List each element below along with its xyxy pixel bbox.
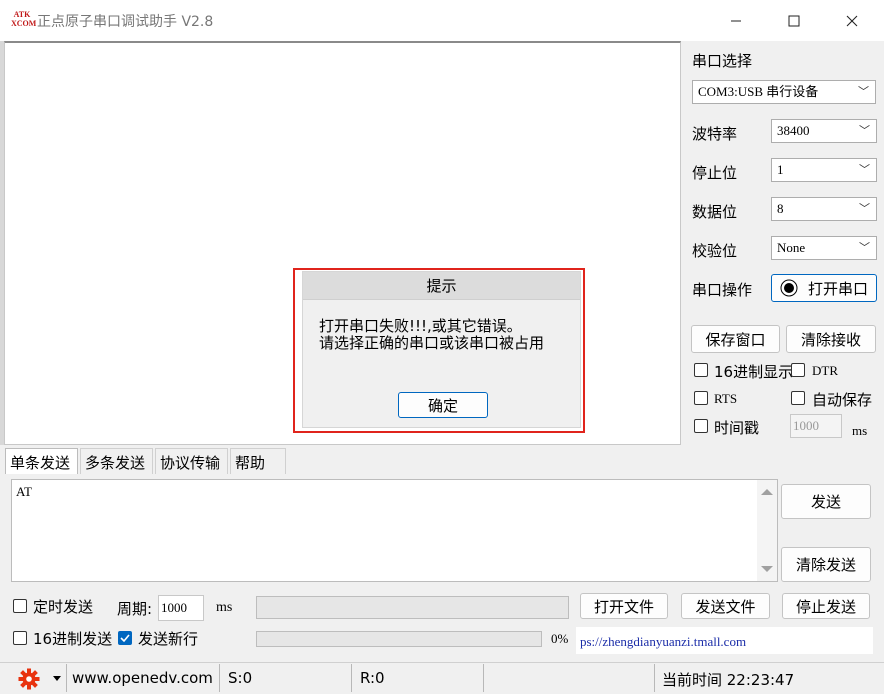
close-icon	[846, 15, 858, 26]
tab-protocol[interactable]: 协议传输	[155, 448, 228, 474]
scroll-down-icon	[761, 566, 773, 572]
close-button[interactable]	[823, 0, 881, 41]
timestamp-label: 时间戳	[714, 419, 760, 437]
open-port-button[interactable]: 打开串口	[771, 274, 877, 302]
send-progress-bar	[256, 631, 542, 647]
data-bits-value: 8	[777, 201, 784, 216]
maximize-button[interactable]	[765, 0, 823, 41]
dtr-label: DTR	[812, 363, 838, 378]
website-link[interactable]: www.openedv.com	[72, 669, 213, 687]
checkmark-icon	[120, 634, 130, 643]
stop-send-button[interactable]: 停止发送	[782, 593, 870, 619]
hex-display-checkbox[interactable]	[694, 363, 708, 377]
send-label: 发送	[810, 493, 841, 511]
send-progress-text: 0%	[551, 631, 569, 646]
stop-send-label: 停止发送	[795, 597, 856, 616]
data-bits-label: 数据位	[692, 203, 738, 221]
dialog-message-line2: 请选择正确的串口或该串口被占用	[319, 334, 545, 352]
tab-multi-send[interactable]: 多条发送	[80, 448, 153, 474]
dialog-ok-button[interactable]: 确定	[398, 392, 488, 418]
open-port-label: 打开串口	[807, 279, 868, 298]
dialog-title: 提示	[303, 272, 580, 300]
current-time: 当前时间 22:23:47	[662, 671, 795, 689]
open-file-button[interactable]: 打开文件	[580, 593, 668, 619]
timestamp-checkbox[interactable]	[694, 419, 708, 433]
title-bar: ATK XCOM 正点原子串口调试助手 V2.8	[0, 0, 884, 41]
hex-send-label: 16进制发送	[33, 630, 113, 648]
minimize-icon	[731, 20, 741, 21]
auto-save-checkbox[interactable]	[791, 391, 805, 405]
send-button[interactable]: 发送	[781, 484, 871, 519]
period-unit: ms	[216, 600, 233, 615]
timestamp-unit: ms	[852, 423, 868, 438]
chevron-down-icon: ﹀	[859, 202, 870, 215]
baud-rate-label: 波特率	[692, 125, 738, 143]
period-label: 周期:	[117, 600, 153, 618]
parity-value: None	[777, 240, 806, 255]
port-operation-label: 串口操作	[692, 281, 753, 299]
sent-count: S:0	[228, 669, 253, 687]
gear-icon[interactable]	[18, 668, 40, 690]
timestamp-input[interactable]: 1000	[790, 414, 842, 438]
parity-label: 校验位	[692, 242, 738, 260]
send-scrollbar[interactable]	[757, 480, 777, 581]
send-file-button[interactable]: 发送文件	[681, 593, 770, 619]
timed-send-checkbox[interactable]	[13, 599, 27, 613]
chevron-down-icon: ﹀	[859, 163, 870, 176]
open-file-label: 打开文件	[593, 597, 654, 616]
dialog-ok-label: 确定	[427, 396, 458, 415]
chevron-down-icon: ﹀	[859, 241, 870, 254]
rts-label: RTS	[714, 391, 738, 406]
received-count: R:0	[360, 669, 385, 687]
hex-send-checkbox[interactable]	[13, 631, 27, 645]
scroll-up-icon	[761, 489, 773, 495]
tab-single-send[interactable]: 单条发送	[5, 448, 78, 474]
dropdown-arrow-icon[interactable]	[53, 676, 61, 682]
clear-send-label: 清除发送	[795, 556, 856, 574]
alert-dialog: 提示 打开串口失败!!!,或其它错误。 请选择正确的串口或该串口被占用 确定	[302, 271, 581, 428]
tab-help[interactable]: 帮助	[230, 448, 286, 474]
send-newline-checkbox[interactable]	[118, 631, 132, 645]
minimize-button[interactable]	[707, 0, 765, 41]
timed-send-label: 定时发送	[33, 598, 94, 616]
data-bits-select[interactable]: 8 ﹀	[771, 197, 877, 221]
dtr-checkbox[interactable]	[791, 363, 805, 377]
chevron-down-icon: ﹀	[859, 124, 870, 137]
send-newline-label: 发送新行	[138, 630, 199, 648]
save-window-label: 保存窗口	[705, 330, 766, 349]
parity-select[interactable]: None ﹀	[771, 236, 877, 260]
save-window-button[interactable]: 保存窗口	[691, 325, 780, 353]
baud-rate-value: 38400	[777, 123, 810, 138]
window-title: 正点原子串口调试助手 V2.8	[37, 14, 214, 30]
send-textarea[interactable]: AT	[11, 479, 778, 582]
auto-save-label: 自动保存	[812, 391, 873, 409]
port-select[interactable]: COM3:USB 串行设备 ﹀	[692, 80, 876, 104]
clear-receive-label: 清除接收	[800, 330, 861, 349]
period-input[interactable]: 1000	[158, 595, 204, 621]
chevron-down-icon: ﹀	[858, 85, 869, 98]
port-select-label: 串口选择	[692, 52, 753, 70]
app-logo-icon: ATK XCOM	[11, 10, 37, 28]
stop-bits-value: 1	[777, 162, 784, 177]
ad-link[interactable]: ps://zhengdianyuanzi.tmall.com	[576, 627, 873, 654]
file-progress-bar	[256, 596, 569, 619]
stop-bits-label: 停止位	[692, 164, 738, 182]
clear-send-button[interactable]: 清除发送	[781, 547, 871, 582]
clear-receive-button[interactable]: 清除接收	[786, 325, 876, 353]
port-select-value: COM3:USB 串行设备	[698, 84, 819, 99]
maximize-icon	[788, 15, 800, 26]
hex-display-label: 16进制显示	[714, 363, 794, 381]
radio-dot-icon	[780, 279, 798, 297]
dialog-message-line1: 打开串口失败!!!,或其它错误。	[319, 317, 522, 335]
baud-rate-select[interactable]: 38400 ﹀	[771, 119, 877, 143]
stop-bits-select[interactable]: 1 ﹀	[771, 158, 877, 182]
rts-checkbox[interactable]	[694, 391, 708, 405]
send-file-label: 发送文件	[695, 597, 756, 616]
